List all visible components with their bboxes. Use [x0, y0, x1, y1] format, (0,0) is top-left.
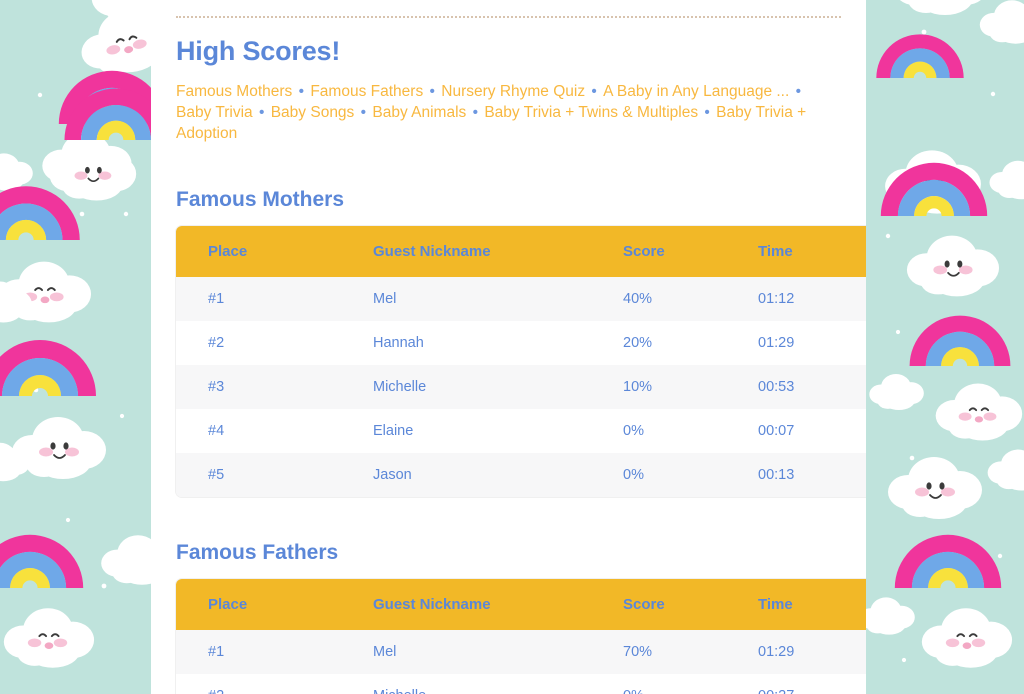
cell-score: 0% — [623, 674, 758, 694]
cell-place: #2 — [208, 335, 225, 351]
quiz-link[interactable]: Baby Animals — [372, 104, 466, 121]
score-section: Famous Fathers Place Guest Nickname Score Ti… — [176, 541, 866, 694]
cell-score: 40% — [623, 291, 653, 307]
cell-nickname: Mel — [373, 291, 397, 307]
table-row: #1 Mel 40% 01:12 — [176, 277, 866, 321]
quiz-link[interactable]: Baby Songs — [271, 104, 355, 121]
table-row: #2 Hannah 20% 01:29 — [176, 321, 866, 365]
table-row: #5 Jason 0% 00:13 — [176, 453, 866, 497]
cell-nickname: Elaine — [373, 423, 414, 439]
column-header-score: Score — [623, 579, 758, 630]
score-table: Place Guest Nickname Score Time #1 Mel 40% 01:1… — [176, 226, 866, 497]
cell-time: 01:12 — [758, 291, 795, 307]
table-row: #1 Mel 70% 01:29 — [176, 630, 866, 674]
quiz-link[interactable]: Baby Trivia — [176, 104, 253, 121]
cell-score: 20% — [623, 335, 653, 351]
quiz-link[interactable]: A Baby in Any Language ... — [603, 83, 789, 100]
link-separator: • — [700, 104, 715, 121]
quiz-link[interactable]: Famous Mothers — [176, 83, 292, 100]
cell-place: #4 — [208, 423, 225, 439]
link-separator: • — [791, 83, 802, 100]
table-row: #2Michelle0%00:27 — [176, 674, 866, 694]
cell-place: #5 — [208, 467, 225, 483]
score-section: Famous Mothers Place Guest Nickname Score Ti… — [176, 188, 866, 497]
column-header-nickname: Guest Nickname — [373, 226, 623, 277]
score-sections: Famous Mothers Place Guest Nickname Score Ti… — [176, 188, 866, 694]
cell-place: #3 — [208, 379, 225, 395]
column-header-place: Place — [176, 579, 373, 630]
table-header-row: Place Guest Nickname Score Time — [176, 226, 866, 277]
column-header-time: Time — [758, 579, 866, 630]
quiz-links-list: Famous Mothers • Famous Fathers • Nurser… — [176, 81, 841, 144]
table-header-row: Place Guest Nickname Score Time — [176, 579, 866, 630]
cell-time: 01:29 — [758, 644, 795, 660]
cell-nickname: Hannah — [373, 335, 424, 351]
cell-score: 10% — [623, 379, 653, 395]
table-row: #4 Elaine 0% 00:07 — [176, 409, 866, 453]
top-divider — [176, 16, 841, 18]
cell-place: #1 — [208, 644, 225, 660]
column-header-nickname: Guest Nickname — [373, 579, 623, 630]
link-separator: • — [294, 83, 309, 100]
cell-score: 0% — [623, 467, 644, 483]
cell-nickname: Michelle — [373, 674, 623, 694]
content-panel: High Scores! Famous Mothers • Famous Fat… — [151, 0, 866, 694]
cell-score: 0% — [623, 423, 644, 439]
cell-place: #1 — [208, 291, 225, 307]
link-separator: • — [587, 83, 602, 100]
cell-time: 00:07 — [758, 423, 795, 439]
cell-time: 00:27 — [758, 674, 866, 694]
cell-time: 00:53 — [758, 379, 795, 395]
link-separator: • — [468, 104, 483, 121]
quiz-link[interactable]: Famous Fathers — [310, 83, 423, 100]
cell-nickname: Jason — [373, 467, 412, 483]
quiz-link[interactable]: Nursery Rhyme Quiz — [441, 83, 585, 100]
column-header-score: Score — [623, 226, 758, 277]
link-separator: • — [254, 104, 269, 121]
quiz-link[interactable]: Baby Trivia + Twins & Multiples — [484, 104, 698, 121]
cell-place: #2 — [176, 674, 373, 694]
cell-time: 00:13 — [758, 467, 795, 483]
link-separator: • — [425, 83, 440, 100]
column-header-place: Place — [176, 226, 373, 277]
cell-time: 01:29 — [758, 335, 795, 351]
table-row: #3 Michelle 10% 00:53 — [176, 365, 866, 409]
cell-nickname: Mel — [373, 644, 397, 660]
cell-score: 70% — [623, 644, 653, 660]
section-title: Famous Mothers — [176, 188, 345, 211]
page-title: High Scores! — [176, 36, 341, 66]
score-table: Place Guest Nickname Score Time #1 Mel 70% 01:2… — [176, 579, 866, 694]
section-title: Famous Fathers — [176, 541, 339, 564]
link-separator: • — [356, 104, 371, 121]
cell-nickname: Michelle — [373, 379, 427, 395]
column-header-time: Time — [758, 226, 866, 277]
